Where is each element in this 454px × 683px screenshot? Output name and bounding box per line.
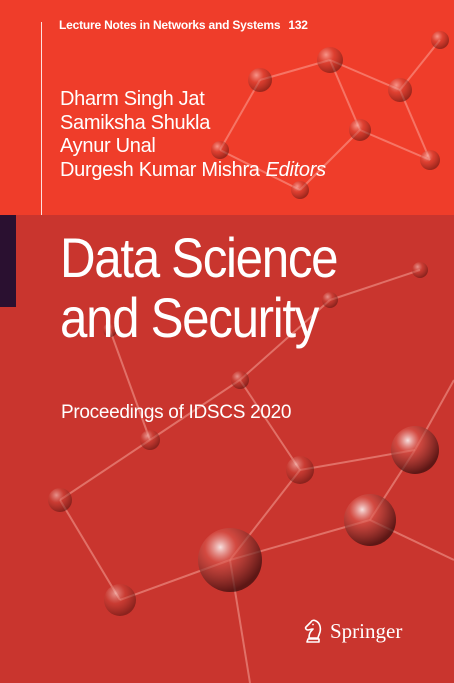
series-name: Lecture Notes in Networks and Systems [59, 18, 281, 32]
publisher-name: Springer [330, 618, 403, 643]
title-line-2: and Security [60, 286, 319, 349]
editors-block: Dharm Singh Jat Samiksha Shukla Aynur Un… [60, 88, 326, 182]
editor-name: Durgesh Kumar Mishra [60, 158, 260, 181]
book-subtitle: Proceedings of IDSCS 2020 [61, 402, 292, 423]
editors-role: Editors [265, 158, 326, 181]
series-line: Lecture Notes in Networks and Systems 132 [59, 18, 308, 32]
series-number: 132 [288, 18, 308, 32]
vertical-divider [41, 22, 42, 215]
publisher-logo: Springer [302, 618, 402, 644]
editor-name-last: Durgesh Kumar Mishra Editors [60, 159, 326, 183]
accent-bar [0, 215, 16, 307]
editor-name: Aynur Unal [60, 135, 156, 157]
editor-name: Dharm Singh Jat [60, 88, 205, 110]
book-title: Data Science and Security [60, 228, 375, 348]
editor-name: Samiksha Shukla [60, 111, 211, 134]
title-line-1: Data Science [60, 226, 339, 289]
springer-chess-knight-icon [304, 619, 322, 643]
book-cover: Lecture Notes in Networks and Systems 132… [0, 0, 454, 683]
